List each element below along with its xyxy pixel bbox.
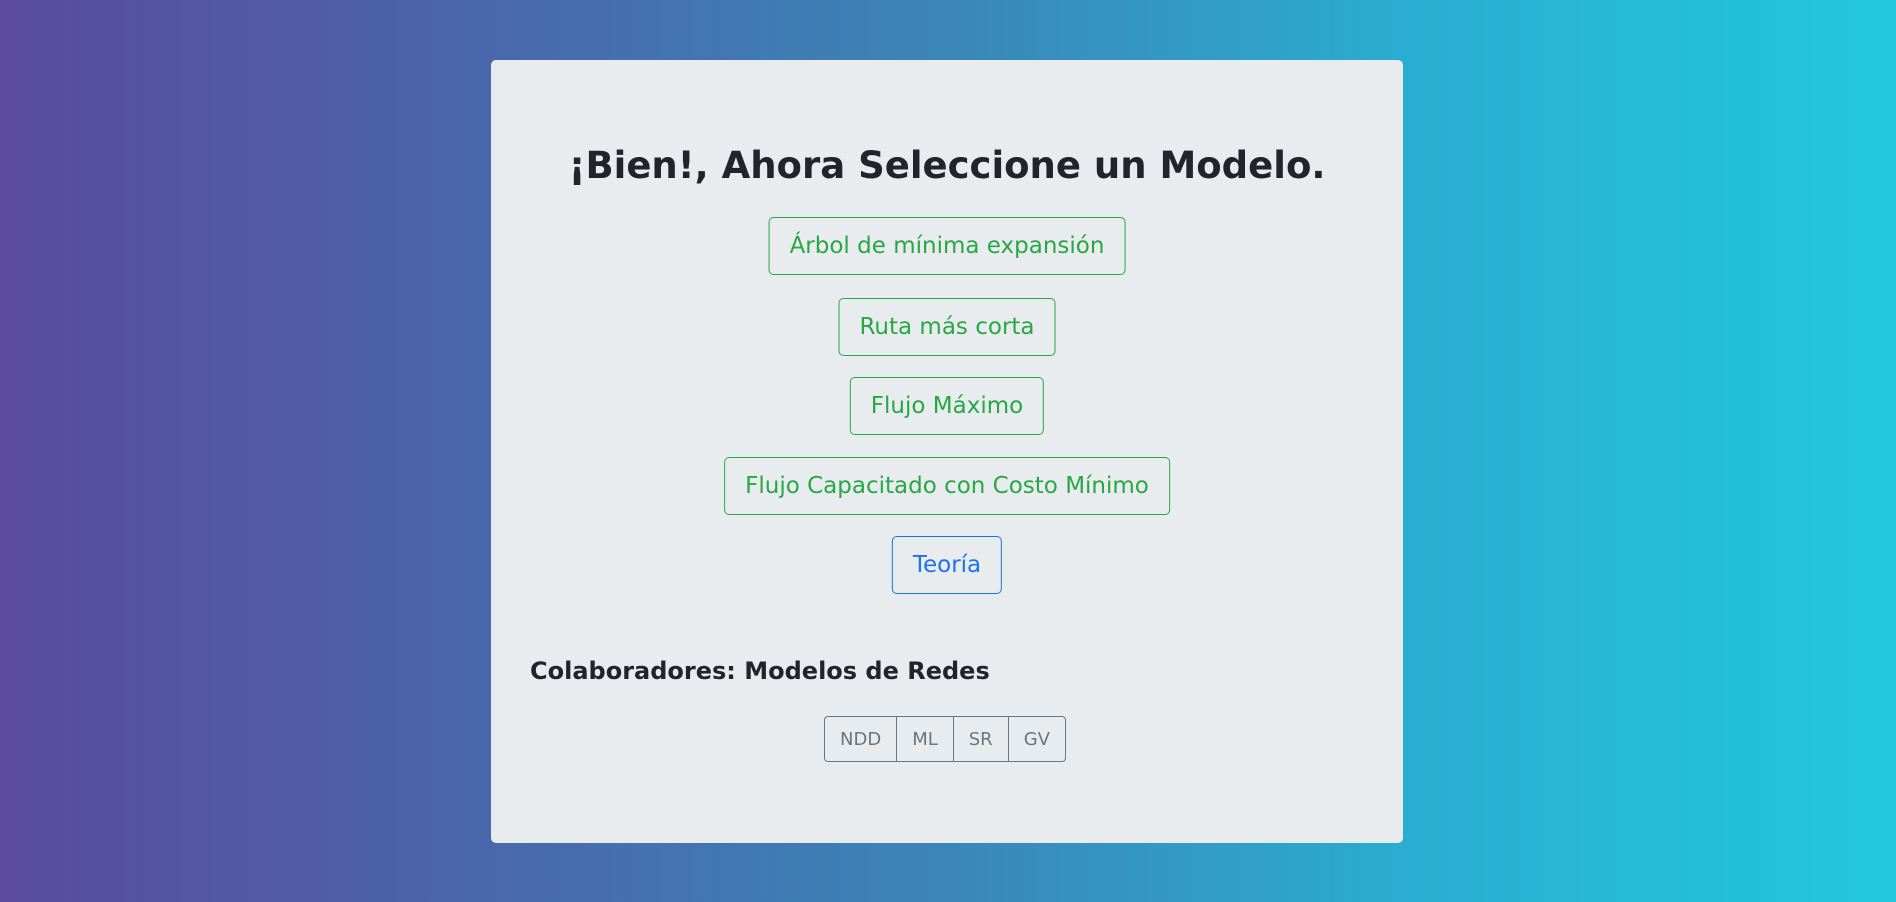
collaborators-button-group: NDD ML SR GV — [824, 716, 1066, 762]
page-title: ¡Bien!, Ahora Seleccione un Modelo. — [568, 144, 1326, 187]
shortest-path-button[interactable]: Ruta más corta — [838, 298, 1056, 356]
minimum-spanning-tree-button[interactable]: Árbol de mínima expansión — [768, 217, 1126, 275]
collaborator-sr-button[interactable]: SR — [952, 716, 1009, 762]
theory-button[interactable]: Teoría — [891, 536, 1003, 594]
collaborators-title: Colaboradores: Modelos de Redes — [530, 657, 990, 685]
min-cost-flow-button[interactable]: Flujo Capacitado con Costo Mínimo — [724, 457, 1170, 515]
collaborator-gv-button[interactable]: GV — [1007, 716, 1066, 762]
max-flow-button[interactable]: Flujo Máximo — [849, 377, 1045, 435]
main-card: ¡Bien!, Ahora Seleccione un Modelo. Árbo… — [491, 60, 1403, 843]
collaborator-ml-button[interactable]: ML — [896, 716, 954, 762]
collaborator-ndd-button[interactable]: NDD — [824, 716, 898, 762]
